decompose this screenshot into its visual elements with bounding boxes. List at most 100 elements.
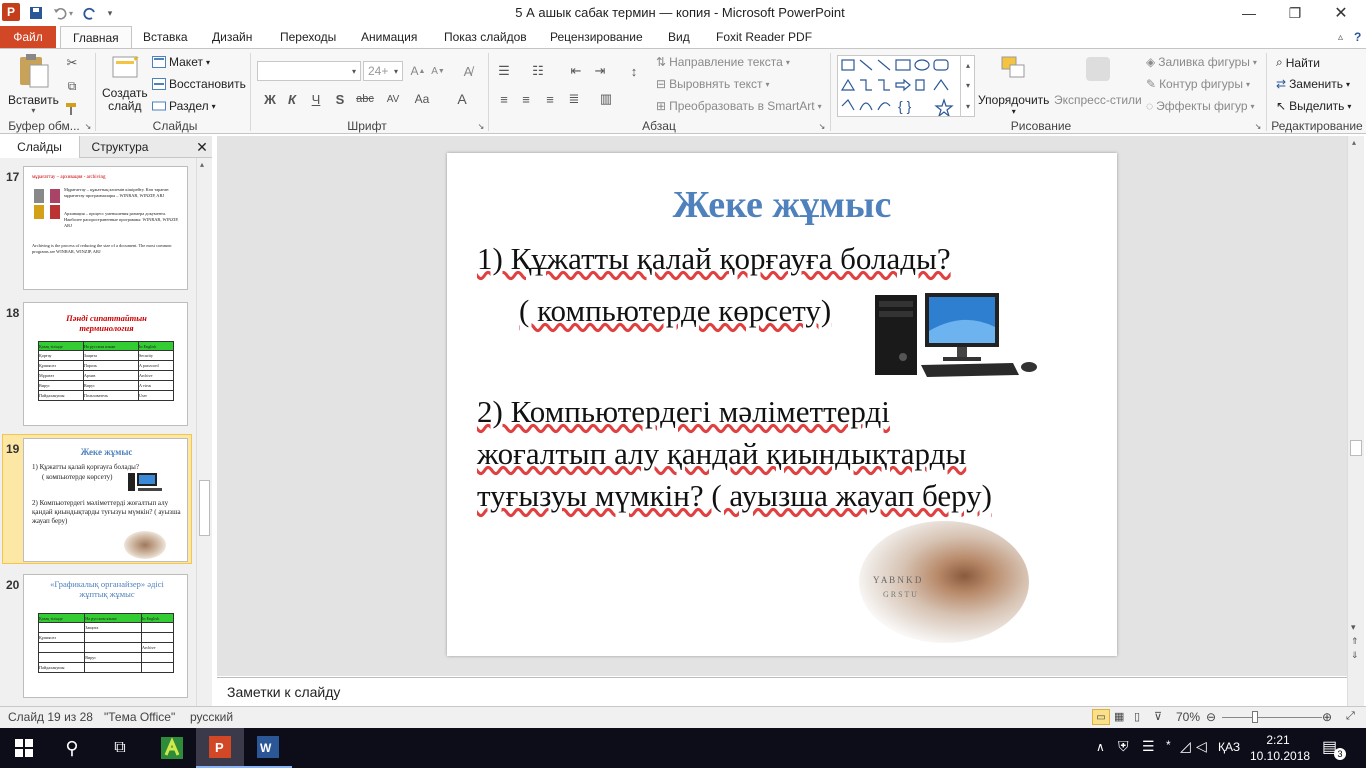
reading-view-icon[interactable]: ▯ [1134,710,1140,723]
undo-dropdown-icon[interactable]: ▾ [66,3,76,23]
align-right-icon[interactable]: ≡ [540,89,560,109]
section-button[interactable]: Раздел ▾ [152,99,216,113]
notes-pane[interactable]: Заметки к слайду [217,677,1347,706]
slide-question-1-note[interactable]: ( компьютерде көрсету) [519,293,831,329]
scroll-up-icon[interactable]: ▴ [1352,138,1356,147]
tab-insert[interactable]: Вставка [139,26,192,48]
line-spacing-icon[interactable]: ↕ [624,61,644,81]
bold-icon[interactable]: Ж [260,89,280,109]
drawing-launcher-icon[interactable]: ↘ [1252,119,1264,133]
tab-animation[interactable]: Анимация [357,26,421,48]
windows-start-icon[interactable] [0,728,48,768]
increase-indent-icon[interactable]: ⇥ [590,61,610,81]
paragraph-launcher-icon[interactable]: ↘ [816,119,828,133]
current-slide[interactable]: Жеке жұмыс 1) Құжатты қалай қорғауға бол… [447,153,1117,656]
powerpoint-logo-icon[interactable]: P [2,3,20,21]
scroll-thumb[interactable] [199,480,210,536]
shape-outline-button[interactable]: ✎ Контур фигуры ▾ [1146,77,1250,91]
fit-to-window-icon[interactable]: ⤢ [1346,710,1355,723]
arrange-button[interactable]: Упорядочить ▾ [978,53,1049,116]
layout-button[interactable]: Макет ▾ [152,55,210,69]
find-button[interactable]: ⌕ Найти [1276,55,1320,70]
powerpoint-taskbar-icon[interactable]: P [196,728,244,768]
computer-image[interactable] [873,291,1043,379]
clock[interactable]: 2:21 10.10.2018 [1250,732,1310,764]
editor-scrollbar[interactable]: ▴ ▾ ⇑ ⇓ [1347,136,1364,706]
slide-sorter-icon[interactable]: ▦ [1114,710,1124,723]
close-panel-icon[interactable]: ✕ [192,136,212,158]
tab-slideshow[interactable]: Показ слайдов [440,26,531,48]
word-taskbar-icon[interactable]: W [244,728,292,768]
format-painter-icon[interactable] [62,99,82,119]
input-language[interactable]: ҚАЗ [1218,740,1240,754]
scroll-thumb[interactable] [1350,440,1362,456]
woman-speaking-image[interactable]: Y A B N K D G R S T U [859,521,1029,643]
clipboard-launcher-icon[interactable]: ↘ [82,119,94,133]
paste-button[interactable]: Вставить ▾ [8,53,59,115]
font-family-combo[interactable]: ▾ [257,61,361,81]
tab-transitions[interactable]: Переходы [276,26,340,48]
save-icon[interactable] [26,3,46,23]
scroll-down-icon[interactable]: ▾ [1351,622,1356,632]
slide-question-2[interactable]: 2) Компьютердегі мәліметтерді жоғалтып а… [477,391,992,517]
align-text-button[interactable]: ⊟ Выровнять текст ▾ [656,77,770,91]
scroll-up-icon[interactable]: ▴ [200,160,204,169]
theme-name[interactable]: "Тема Office" [104,710,175,724]
new-slide-button[interactable]: Создать слайд [102,53,148,113]
minimize-button[interactable]: — [1226,0,1272,26]
zoom-slider[interactable] [1222,717,1322,718]
shrink-font-icon[interactable]: A ▼ [428,61,448,81]
language[interactable]: русский [190,710,233,724]
shapes-scroll[interactable]: ▴ ▾ ▾ [960,55,975,117]
replace-button[interactable]: ⇄ Заменить ▾ [1276,77,1350,91]
font-size-combo[interactable]: 24+ ▾ [363,61,403,81]
font-launcher-icon[interactable]: ↘ [475,119,487,133]
network-icon[interactable]: ☰ [1142,738,1155,755]
collapse-ribbon-icon[interactable]: ▵ [1334,26,1347,48]
quick-styles-button[interactable]: Экспресс-стили [1054,53,1142,107]
change-case-icon[interactable]: Aa [410,89,434,109]
slide-title[interactable]: Жеке жұмыс [447,183,1117,227]
slide-question-1[interactable]: 1) Құжатты қалай қорғауға болады? [477,241,951,277]
thumbnails-scrollbar[interactable]: ▴ [196,158,212,706]
zoom-level[interactable]: 70% [1176,710,1200,724]
thumbnail-slide-19[interactable]: Жеке жұмыс 1) Құжатты қалай қорғауға бол… [23,438,188,562]
slideshow-icon[interactable]: ⊽ [1154,710,1162,723]
shapes-gallery[interactable]: { } [837,55,975,118]
volume-icon[interactable]: ◁ [1196,738,1207,755]
restore-button[interactable]: ❐ [1272,0,1318,26]
decrease-indent-icon[interactable]: ⇤ [566,61,586,81]
shape-effects-button[interactable]: ◌ Эффекты фигур ▾ [1146,99,1255,113]
char-spacing-icon[interactable]: AV [380,89,406,109]
select-button[interactable]: ↖ Выделить ▾ [1276,99,1351,113]
shadow-icon[interactable]: S [330,89,350,109]
thumbnail-slide-17[interactable]: мұрағаттау – архивация - archiving Мұрағ… [23,166,188,290]
customize-qat-icon[interactable]: ▾ [100,3,120,23]
bullets-icon[interactable]: ☰ [494,61,514,81]
search-icon[interactable]: ⚲ [48,728,96,768]
numbering-icon[interactable]: ☷ [528,61,548,81]
previous-slide-icon[interactable]: ⇑ [1351,636,1359,647]
redo-icon[interactable] [80,3,100,23]
zoom-out-icon[interactable]: ⊖ [1206,710,1216,724]
wifi-icon[interactable]: ◿ [1180,738,1191,755]
copy-icon[interactable]: ⧉ [62,76,82,96]
bluetooth-icon[interactable]: * [1166,738,1171,752]
tab-view[interactable]: Вид [664,26,694,48]
columns-icon[interactable]: ▥ [596,89,616,109]
cut-icon[interactable]: ✂ [62,53,82,73]
zoom-in-icon[interactable]: ⊕ [1322,710,1332,724]
thumbnail-slide-18[interactable]: Пәнді сипаттайтын терминология Қазақ тіл… [23,302,188,426]
clear-format-icon[interactable]: A̸ [458,61,478,81]
zoom-slider-thumb[interactable] [1252,711,1258,723]
font-color-icon[interactable]: A [452,89,472,109]
help-icon[interactable]: ? [1350,26,1365,48]
task-view-icon[interactable]: ⧉ [96,728,144,768]
thumbnail-slide-20[interactable]: «Графикалық органайзер» әдісі жұптық жұм… [23,574,188,698]
underline-icon[interactable]: Ч [306,89,326,109]
tab-review[interactable]: Рецензирование [546,26,647,48]
tab-home[interactable]: Главная [60,26,132,49]
align-left-icon[interactable]: ≡ [494,89,514,109]
text-direction-button[interactable]: ⇅ Направление текста ▾ [656,55,790,69]
reset-button[interactable]: Восстановить [152,77,246,91]
